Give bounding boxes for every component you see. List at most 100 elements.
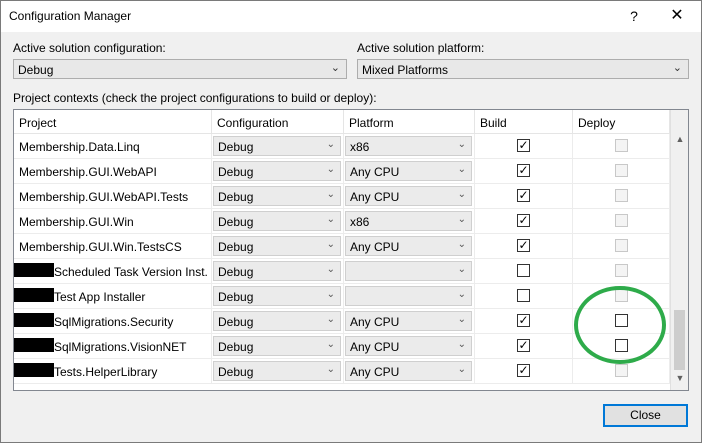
redaction-block: [14, 363, 54, 377]
build-cell: ✓: [475, 309, 573, 334]
build-cell: ✓: [475, 134, 573, 159]
platform-dropdown[interactable]: Any CPU ⌄: [345, 311, 472, 331]
chevron-down-icon: ⌄: [326, 339, 335, 350]
vertical-scrollbar[interactable]: ▲ ▼: [670, 110, 688, 390]
build-checkbox[interactable]: [517, 264, 530, 277]
build-checkbox[interactable]: ✓: [517, 339, 530, 352]
chevron-down-icon: ⌄: [457, 139, 466, 150]
platform-cell: x86 ⌄: [344, 209, 475, 234]
platform-dropdown[interactable]: Any CPU ⌄: [345, 336, 472, 356]
project-name: Membership.GUI.WebAPI: [19, 165, 157, 179]
configuration-dropdown[interactable]: Debug ⌄: [213, 286, 341, 306]
build-checkbox[interactable]: [517, 289, 530, 302]
table-row[interactable]: SqlMigrations.VisionNET Debug ⌄ Any CPU ⌄ ✓: [14, 334, 670, 359]
project-cell: SqlMigrations.VisionNET: [14, 334, 212, 359]
build-cell: [475, 284, 573, 309]
platform-dropdown[interactable]: Any CPU ⌄: [345, 161, 472, 181]
chevron-down-icon: ⌄: [457, 339, 466, 350]
column-header-platform[interactable]: Platform: [344, 110, 475, 134]
highlight-annotation-circle: [574, 286, 666, 364]
deploy-cell: [573, 159, 670, 184]
platform-dropdown[interactable]: ⌄: [345, 261, 472, 281]
column-header-project[interactable]: Project: [14, 110, 212, 134]
configuration-dropdown[interactable]: Debug ⌄: [213, 136, 341, 156]
column-header-configuration[interactable]: Configuration: [212, 110, 344, 134]
configuration-value: Debug: [218, 290, 254, 304]
project-name: Scheduled Task Version Inst...: [54, 265, 208, 279]
deploy-cell: [573, 134, 670, 159]
configuration-dropdown[interactable]: Debug ⌄: [213, 261, 341, 281]
configuration-value: Debug: [218, 340, 254, 354]
configuration-dropdown[interactable]: Debug ⌄: [213, 161, 341, 181]
table-row[interactable]: SqlMigrations.Security Debug ⌄ Any CPU ⌄ ✓: [14, 309, 670, 334]
deploy-checkbox: [615, 214, 628, 227]
project-name: Membership.GUI.Win.TestsCS: [19, 240, 182, 254]
platform-cell: ⌄: [344, 284, 475, 309]
deploy-cell: [573, 259, 670, 284]
platform-dropdown[interactable]: Any CPU ⌄: [345, 186, 472, 206]
project-cell: Membership.GUI.WebAPI: [14, 159, 212, 184]
configuration-dropdown[interactable]: Debug ⌄: [213, 211, 341, 231]
chevron-down-icon: ⌄: [326, 189, 335, 200]
active-configuration-dropdown[interactable]: Debug ⌄: [13, 59, 347, 79]
scroll-down-icon[interactable]: ▼: [671, 373, 688, 390]
chevron-down-icon: ⌄: [326, 139, 335, 150]
configuration-cell: Debug ⌄: [212, 284, 344, 309]
configuration-dropdown[interactable]: Debug ⌄: [213, 361, 341, 381]
project-cell: Membership.GUI.Win: [14, 209, 212, 234]
build-checkbox[interactable]: ✓: [517, 139, 530, 152]
build-cell: ✓: [475, 159, 573, 184]
chevron-down-icon: ⌄: [326, 214, 335, 225]
close-button[interactable]: Close: [603, 404, 688, 427]
table-row[interactable]: Tests.HelperLibrary Debug ⌄ Any CPU ⌄ ✓: [14, 359, 670, 384]
configuration-manager-dialog: Configuration Manager ? ✕ Active solutio…: [0, 0, 702, 443]
platform-dropdown[interactable]: x86 ⌄: [345, 211, 472, 231]
column-header-build[interactable]: Build: [475, 110, 573, 134]
build-checkbox[interactable]: ✓: [517, 189, 530, 202]
platform-value: Any CPU: [350, 190, 400, 204]
configuration-value: Debug: [218, 240, 254, 254]
configuration-dropdown[interactable]: Debug ⌄: [213, 311, 341, 331]
platform-cell: Any CPU ⌄: [344, 309, 475, 334]
title-bar: Configuration Manager ? ✕: [1, 1, 701, 32]
scroll-up-icon[interactable]: ▲: [671, 134, 688, 151]
build-checkbox[interactable]: ✓: [517, 364, 530, 377]
deploy-checkbox: [615, 139, 628, 152]
chevron-down-icon: ⌄: [457, 164, 466, 175]
deploy-cell: [573, 234, 670, 259]
active-configuration-value: Debug: [18, 63, 54, 77]
table-row[interactable]: Scheduled Task Version Inst... Debug ⌄ ⌄: [14, 259, 670, 284]
table-row[interactable]: Test App Installer Debug ⌄ ⌄: [14, 284, 670, 309]
help-button[interactable]: ?: [621, 3, 647, 29]
chevron-down-icon: ⌄: [457, 214, 466, 225]
project-cell: Membership.GUI.WebAPI.Tests: [14, 184, 212, 209]
platform-cell: Any CPU ⌄: [344, 234, 475, 259]
redaction-block: [14, 338, 54, 352]
table-row[interactable]: Membership.GUI.WebAPI Debug ⌄ Any CPU ⌄ ✓: [14, 159, 670, 184]
table-row[interactable]: Membership.GUI.Win.TestsCS Debug ⌄ Any CPU ⌄…: [14, 234, 670, 259]
table-row[interactable]: Membership.Data.Linq Debug ⌄ x86 ⌄ ✓: [14, 134, 670, 159]
platform-dropdown[interactable]: Any CPU ⌄: [345, 236, 472, 256]
configuration-dropdown[interactable]: Debug ⌄: [213, 186, 341, 206]
platform-dropdown[interactable]: ⌄: [345, 286, 472, 306]
active-platform-dropdown[interactable]: Mixed Platforms ⌄: [357, 59, 689, 79]
column-header-deploy[interactable]: Deploy: [573, 110, 670, 134]
build-checkbox[interactable]: ✓: [517, 314, 530, 327]
table-row[interactable]: Membership.GUI.Win Debug ⌄ x86 ⌄ ✓: [14, 209, 670, 234]
platform-cell: Any CPU ⌄: [344, 159, 475, 184]
build-checkbox[interactable]: ✓: [517, 214, 530, 227]
project-cell: Tests.HelperLibrary: [14, 359, 212, 384]
table-row[interactable]: Membership.GUI.WebAPI.Tests Debug ⌄ Any CPU…: [14, 184, 670, 209]
configuration-dropdown[interactable]: Debug ⌄: [213, 336, 341, 356]
configuration-dropdown[interactable]: Debug ⌄: [213, 236, 341, 256]
platform-cell: Any CPU ⌄: [344, 334, 475, 359]
project-name: SqlMigrations.Security: [54, 315, 174, 329]
platform-dropdown[interactable]: Any CPU ⌄: [345, 361, 472, 381]
chevron-down-icon: ⌄: [457, 314, 466, 325]
close-window-button[interactable]: ✕: [657, 3, 697, 29]
scrollbar-thumb[interactable]: [674, 310, 685, 370]
build-checkbox[interactable]: ✓: [517, 239, 530, 252]
build-cell: ✓: [475, 209, 573, 234]
build-checkbox[interactable]: ✓: [517, 164, 530, 177]
platform-dropdown[interactable]: x86 ⌄: [345, 136, 472, 156]
